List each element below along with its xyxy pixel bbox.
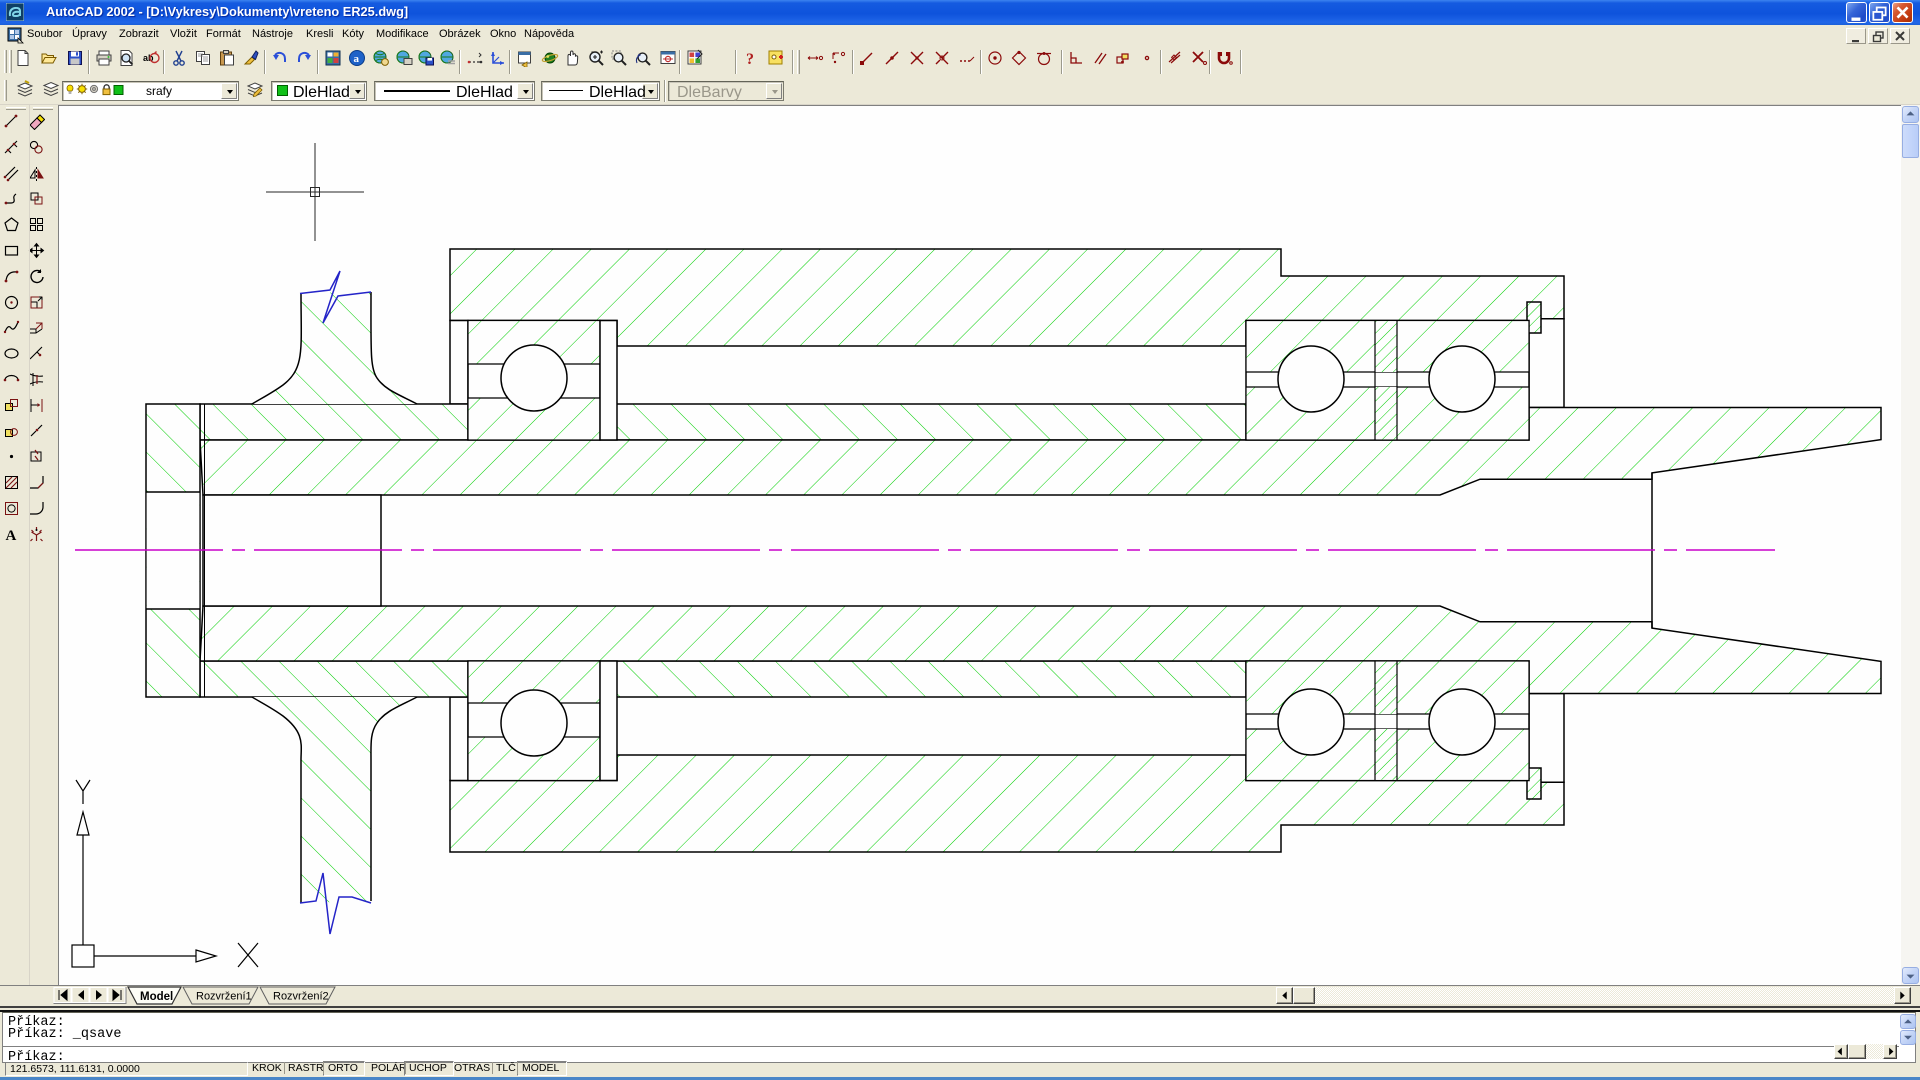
svg-text:a: a (354, 53, 360, 65)
svg-text:?: ? (746, 51, 754, 67)
svg-text:A: A (6, 528, 17, 543)
svg-text:Rozvržení2: Rozvržení2 (273, 991, 329, 1003)
svg-text:Rozvržení1: Rozvržení1 (196, 991, 252, 1003)
svg-text:Model: Model (140, 991, 173, 1003)
